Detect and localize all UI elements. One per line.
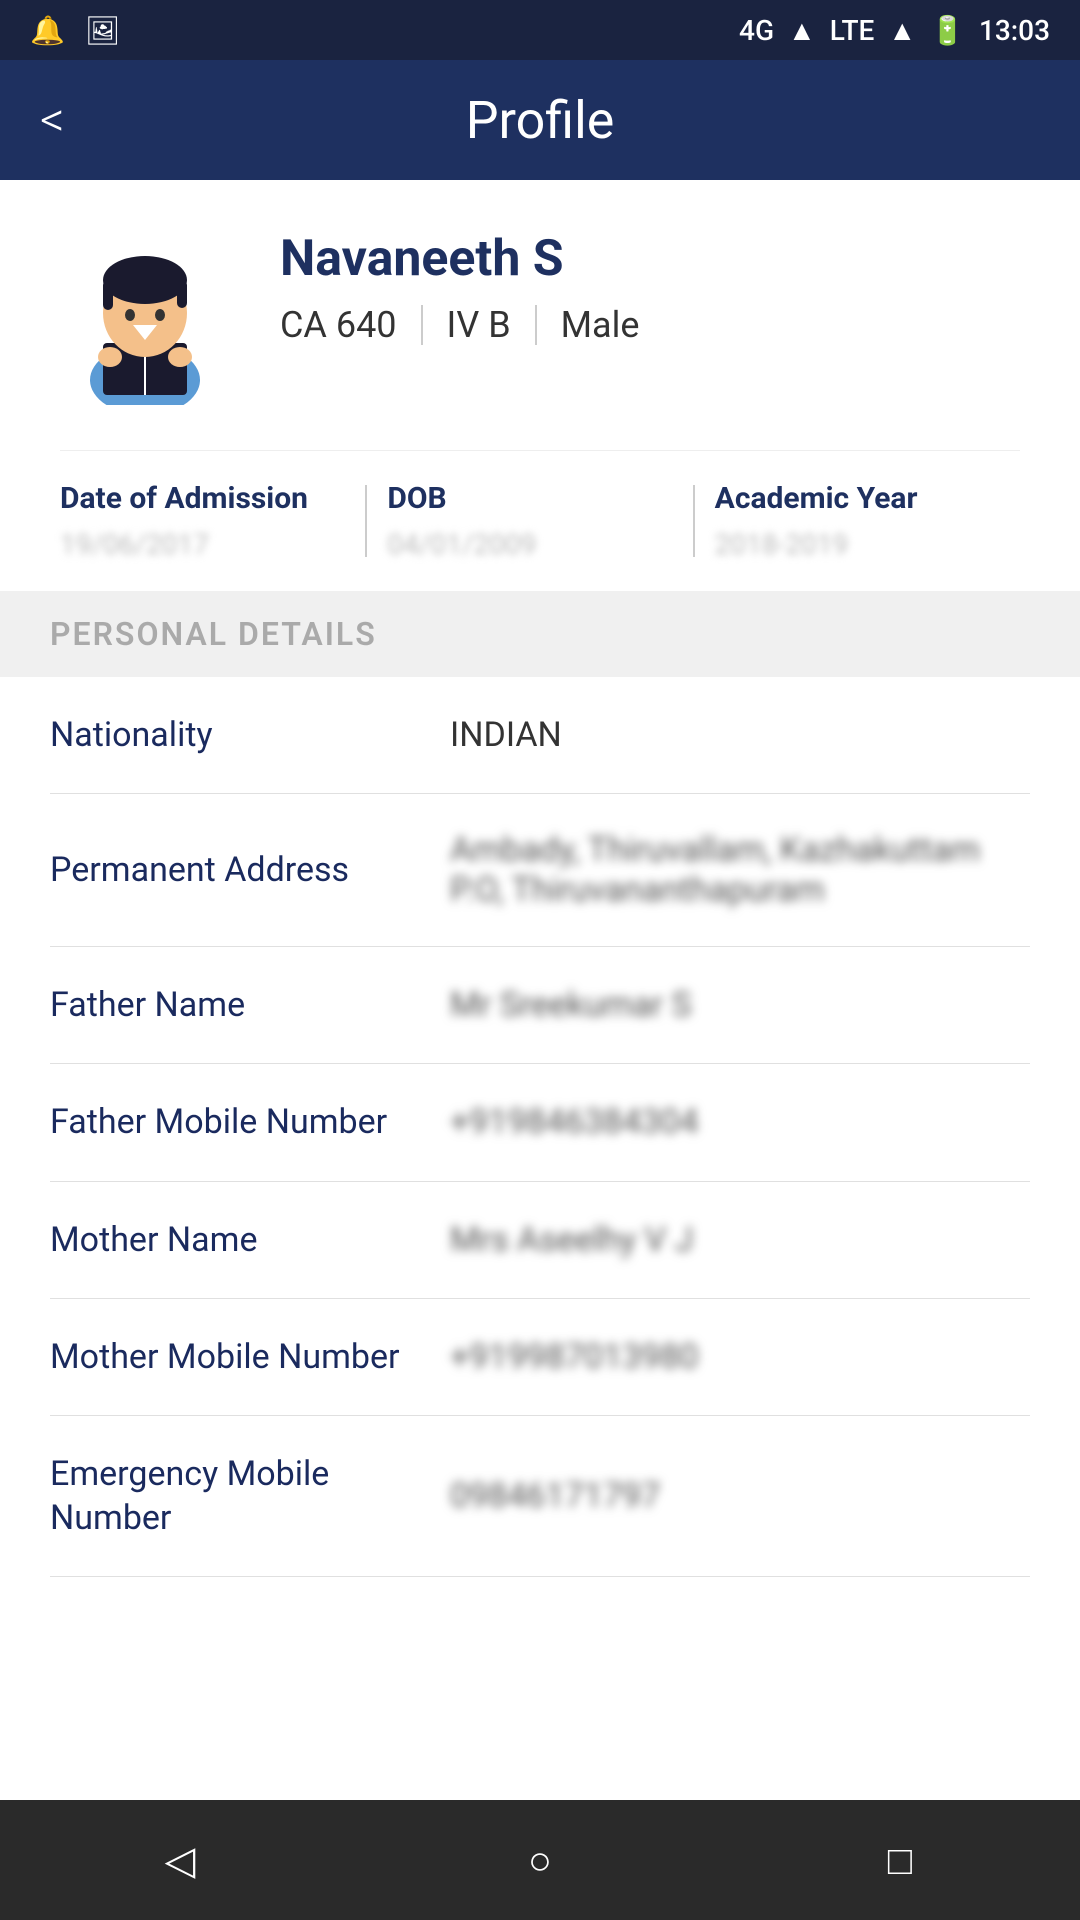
battery-icon: 🔋 <box>930 14 965 47</box>
detail-label: Mother Mobile Number <box>50 1335 430 1379</box>
dob-label: DOB <box>387 481 446 516</box>
profile-top: Navaneeth S CA 640 IV B Male <box>50 220 1030 410</box>
detail-value: INDIAN <box>450 715 1030 755</box>
detail-value: Mr Sreekumar S <box>450 985 1030 1025</box>
detail-value: +919846384304 <box>450 1102 1030 1142</box>
stat-admission: Date of Admission 19/06/2017 <box>60 481 365 561</box>
detail-row: Mother Name Mrs Aseelhy V J <box>50 1182 1030 1299</box>
roll-number: CA 640 <box>280 304 421 346</box>
admission-label: Date of Admission <box>60 481 308 516</box>
image-icon: 🖼 <box>85 14 121 47</box>
detail-value: Ambady, Thiruvallam, Kazhakuttam P.O, Th… <box>450 830 1030 910</box>
nav-home-button[interactable]: ○ <box>500 1820 580 1900</box>
bottom-navigation: ◁ ○ □ <box>0 1800 1080 1920</box>
gender: Male <box>537 304 664 346</box>
signal-icon-2: ▲ <box>888 14 916 47</box>
detail-value: +919987013980 <box>450 1337 1030 1377</box>
profile-meta: CA 640 IV B Male <box>280 304 663 346</box>
detail-value: Mrs Aseelhy V J <box>450 1220 1030 1260</box>
signal-icon: ▲ <box>788 14 816 47</box>
detail-label: Father Mobile Number <box>50 1100 430 1144</box>
stat-dob: DOB 04/01/2009 <box>367 481 692 561</box>
app-header: < Profile <box>0 60 1080 180</box>
detail-row: Mother Mobile Number +919987013980 <box>50 1299 1030 1416</box>
admission-value: 19/06/2017 <box>60 528 209 561</box>
detail-row: Nationality INDIAN <box>50 677 1030 794</box>
profile-stats: Date of Admission 19/06/2017 DOB 04/01/2… <box>60 450 1020 591</box>
profile-info: Navaneeth S CA 640 IV B Male <box>280 220 663 346</box>
personal-details-list: Nationality INDIAN Permanent Address Ambady… <box>0 677 1080 1577</box>
detail-row: Father Mobile Number +919846384304 <box>50 1064 1030 1181</box>
detail-row: Permanent Address Ambady, Thiruvallam, Ka… <box>50 794 1030 947</box>
detail-label: Emergency Mobile Number <box>50 1452 430 1540</box>
notification-icon: 🔔 <box>30 14 65 47</box>
academic-year-value: 2018-2019 <box>715 528 849 561</box>
profile-card: Navaneeth S CA 640 IV B Male Date of Adm… <box>0 180 1080 591</box>
detail-label: Permanent Address <box>50 848 430 892</box>
academic-year-label: Academic Year <box>715 481 918 516</box>
stat-academic-year: Academic Year 2018-2019 <box>695 481 1020 561</box>
detail-label: Nationality <box>50 713 430 757</box>
detail-row: Father Name Mr Sreekumar S <box>50 947 1030 1064</box>
profile-name: Navaneeth S <box>280 230 663 288</box>
detail-row: Emergency Mobile Number 09846171797 <box>50 1416 1030 1577</box>
detail-value: 09846171797 <box>450 1476 1030 1516</box>
status-bar-left: 🔔 🖼 <box>30 14 120 47</box>
section-title: PERSONAL DETAILS <box>50 615 377 653</box>
dob-value: 04/01/2009 <box>387 528 536 561</box>
back-button[interactable]: < <box>40 96 65 144</box>
nav-recent-button[interactable]: □ <box>860 1820 940 1900</box>
class-section: IV B <box>423 304 535 346</box>
detail-label: Father Name <box>50 983 430 1027</box>
status-bar-right: 4G ▲ LTE ▲ 🔋 13:03 <box>739 14 1050 47</box>
nav-back-button[interactable]: ◁ <box>140 1820 220 1900</box>
avatar <box>50 220 240 410</box>
network-4g-label: 4G <box>739 14 774 47</box>
status-bar: 🔔 🖼 4G ▲ LTE ▲ 🔋 13:03 <box>0 0 1080 60</box>
time-display: 13:03 <box>979 14 1050 47</box>
personal-details-section-header: PERSONAL DETAILS <box>0 591 1080 677</box>
page-title: Profile <box>466 90 615 151</box>
lte-label: LTE <box>830 14 875 47</box>
detail-label: Mother Name <box>50 1218 430 1262</box>
